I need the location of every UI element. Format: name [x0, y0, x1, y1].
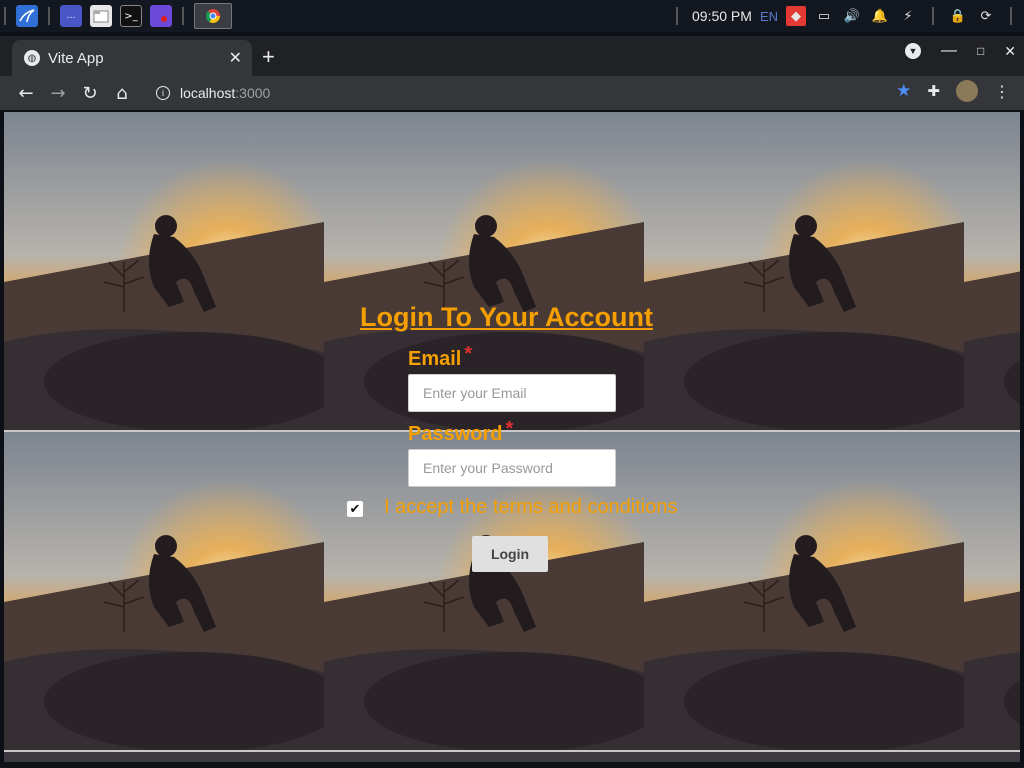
taskbar-separator	[48, 7, 50, 25]
url-port: :3000	[235, 85, 271, 101]
minimize-icon[interactable]: —	[941, 42, 957, 60]
screen-recorder-icon[interactable]	[150, 5, 172, 27]
close-tab-icon[interactable]: ✕	[229, 48, 242, 68]
files-icon[interactable]	[90, 5, 112, 27]
url-host: localhost	[180, 85, 236, 101]
terms-label[interactable]: I accept the terms and conditions	[384, 496, 678, 519]
terms-checkbox[interactable]: ✔	[347, 501, 363, 517]
page-title: Login To Your Account	[360, 302, 653, 332]
address-bar[interactable]: i localhost:3000	[156, 85, 270, 101]
terminal-icon[interactable]: >_	[120, 5, 142, 27]
taskbar-separator	[182, 7, 184, 25]
browser-tab-bar: ◍ Vite App ✕ + ▼ — □ ✕	[0, 36, 1024, 76]
taskbar-handle[interactable]	[4, 7, 6, 25]
maximize-icon[interactable]: □	[977, 44, 984, 58]
browser-menu-icon[interactable]: ⋮	[994, 82, 1010, 101]
kali-menu-icon[interactable]	[16, 5, 38, 27]
tab-title: Vite App	[48, 49, 104, 67]
email-input[interactable]	[408, 374, 616, 412]
email-label: Email *	[408, 343, 472, 371]
language-indicator[interactable]: EN	[760, 9, 778, 24]
power-manager-icon[interactable]: ⚡	[898, 6, 918, 26]
tab-search-icon[interactable]: ▼	[905, 43, 922, 59]
notification-bell-icon[interactable]: 🔔	[870, 6, 890, 26]
extensions-icon[interactable]: ✚	[927, 82, 940, 100]
chrome-icon[interactable]	[194, 3, 232, 29]
required-marker: *	[505, 418, 514, 440]
page-viewport: Login To Your Account Email* Password* ✔…	[4, 112, 1020, 762]
password-input[interactable]	[408, 449, 616, 487]
volume-icon[interactable]: 🔊	[842, 6, 862, 26]
anydesk-icon[interactable]: ◆	[786, 6, 806, 26]
logout-icon[interactable]: ⟳	[976, 6, 996, 26]
taskbar-separator	[1010, 7, 1012, 25]
taskbar-separator	[932, 7, 934, 25]
home-icon[interactable]: ⌂	[106, 83, 138, 104]
required-marker: *	[464, 343, 473, 365]
tab-vite-app[interactable]: ◍ Vite App ✕	[12, 40, 252, 76]
taskbar-clock[interactable]: 09:50 PM	[692, 8, 752, 24]
bookmark-star-icon[interactable]: ★	[896, 81, 911, 101]
reload-icon[interactable]: ↻	[74, 83, 106, 104]
profile-avatar[interactable]	[956, 80, 978, 102]
forward-icon[interactable]: →	[42, 83, 74, 104]
workspace-icon[interactable]: …	[60, 5, 82, 27]
browser-toolbar: ← → ↻ ⌂ i localhost:3000 ★ ✚ ⋮	[0, 76, 1024, 110]
password-label-text: Password	[408, 423, 503, 445]
back-icon[interactable]: ←	[10, 83, 42, 104]
login-button[interactable]: Login	[472, 536, 548, 572]
email-label-text: Email	[408, 348, 462, 370]
new-tab-button[interactable]: +	[262, 44, 275, 70]
system-taskbar: … >_ 09:50 PM EN ◆ ▭ 🔊 🔔 ⚡ 🔒 ⟳	[0, 0, 1024, 32]
globe-icon: ◍	[24, 50, 40, 66]
login-form: Login To Your Account Email* Password* ✔…	[4, 112, 1020, 762]
password-label: Password *	[408, 418, 513, 446]
close-window-icon[interactable]: ✕	[1004, 43, 1016, 60]
taskbar-separator	[676, 7, 678, 25]
display-icon[interactable]: ▭	[814, 6, 834, 26]
window-controls: ▼ — □ ✕	[905, 42, 1016, 60]
taskbar-bottom-edge	[0, 762, 1024, 768]
lock-icon[interactable]: 🔒	[948, 6, 968, 26]
site-info-icon[interactable]: i	[156, 86, 170, 100]
